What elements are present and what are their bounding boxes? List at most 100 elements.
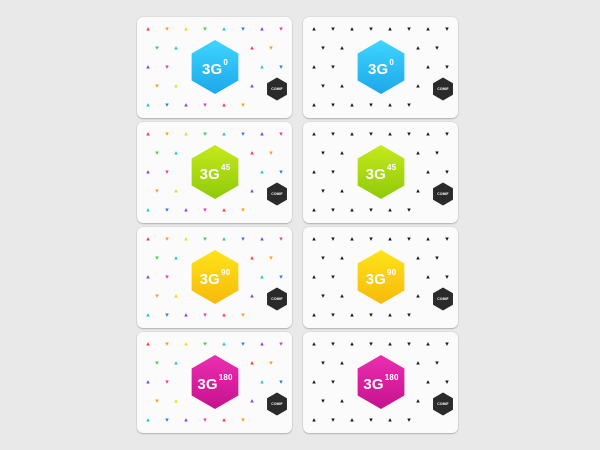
brand-badge: COMIF — [266, 287, 288, 311]
triangle-mark — [416, 256, 420, 260]
brand-badge: COMIF — [432, 182, 454, 206]
triangle-mark — [279, 27, 283, 31]
triangle-mark — [435, 151, 439, 155]
triangle-mark — [279, 132, 283, 136]
triangle-mark — [445, 132, 449, 136]
speed-label: 3G 90 — [187, 249, 243, 305]
triangle-mark — [407, 208, 411, 212]
triangle-mark — [321, 151, 325, 155]
triangle-mark — [407, 342, 411, 346]
triangle-mark — [331, 418, 335, 422]
triangle-mark — [426, 342, 430, 346]
speed-label: 3G 0 — [187, 39, 243, 95]
hexagon-logo: 3G 90 — [187, 249, 243, 305]
triangle-mark — [269, 361, 273, 365]
sim-card-colored-90: 3G 90 COMIF — [137, 227, 292, 328]
triangle-mark — [321, 294, 325, 298]
triangle-mark — [407, 313, 411, 317]
triangle-mark — [250, 294, 254, 298]
triangle-mark — [165, 103, 169, 107]
triangle-mark — [174, 151, 178, 155]
triangle-mark — [435, 46, 439, 50]
triangle-mark — [312, 275, 316, 279]
brand-badge: COMIF — [432, 392, 454, 416]
triangle-mark — [260, 132, 264, 136]
triangle-mark — [279, 170, 283, 174]
triangle-mark — [250, 84, 254, 88]
triangle-mark — [350, 313, 354, 317]
triangle-mark — [269, 151, 273, 155]
triangle-mark — [331, 313, 335, 317]
triangle-mark — [388, 237, 392, 241]
sim-card-colored-45: 3G 45 COMIF — [137, 122, 292, 223]
speed-label: 3G 0 — [353, 39, 409, 95]
triangle-mark — [222, 418, 226, 422]
triangle-mark — [426, 380, 430, 384]
triangle-mark — [241, 27, 245, 31]
triangle-mark — [388, 103, 392, 107]
brand-name: COMIF — [271, 192, 283, 196]
triangle-mark — [407, 418, 411, 422]
triangle-mark — [350, 27, 354, 31]
triangle-mark — [203, 27, 207, 31]
speed-number: 45 — [221, 162, 231, 172]
triangle-mark — [146, 418, 150, 422]
triangle-mark — [407, 103, 411, 107]
triangle-mark — [165, 418, 169, 422]
triangle-mark — [369, 418, 373, 422]
triangle-mark — [222, 103, 226, 107]
triangle-mark — [340, 189, 344, 193]
triangle-mark — [269, 46, 273, 50]
network-label: 3G — [201, 60, 223, 78]
triangle-mark — [445, 275, 449, 279]
triangle-mark — [241, 132, 245, 136]
brand-badge: COMIF — [266, 77, 288, 101]
triangle-mark — [340, 46, 344, 50]
triangle-mark — [146, 65, 150, 69]
triangle-mark — [435, 256, 439, 260]
triangle-mark — [241, 418, 245, 422]
triangle-mark — [241, 103, 245, 107]
triangle-mark — [250, 151, 254, 155]
triangle-mark — [165, 237, 169, 241]
triangle-mark — [146, 237, 150, 241]
triangle-mark — [222, 208, 226, 212]
triangle-mark — [155, 46, 159, 50]
triangle-mark — [331, 380, 335, 384]
triangle-mark — [445, 27, 449, 31]
triangle-mark — [369, 27, 373, 31]
triangle-mark — [388, 418, 392, 422]
triangle-mark — [426, 132, 430, 136]
triangle-mark — [416, 84, 420, 88]
speed-label: 3G 45 — [187, 144, 243, 200]
triangle-mark — [416, 46, 420, 50]
triangle-mark — [174, 361, 178, 365]
triangle-mark — [331, 237, 335, 241]
triangle-mark — [184, 208, 188, 212]
triangle-mark — [146, 275, 150, 279]
triangle-mark — [426, 27, 430, 31]
triangle-mark — [321, 84, 325, 88]
triangle-mark — [407, 27, 411, 31]
triangle-mark — [312, 418, 316, 422]
triangle-mark — [331, 342, 335, 346]
hexagon-logo: 3G 45 — [187, 144, 243, 200]
triangle-mark — [222, 313, 226, 317]
triangle-mark — [203, 237, 207, 241]
triangle-mark — [250, 399, 254, 403]
triangle-mark — [184, 103, 188, 107]
triangle-mark — [426, 170, 430, 174]
triangle-mark — [321, 189, 325, 193]
triangle-mark — [146, 313, 150, 317]
triangle-mark — [146, 103, 150, 107]
triangle-mark — [146, 132, 150, 136]
triangle-mark — [203, 103, 207, 107]
triangle-mark — [250, 189, 254, 193]
triangle-mark — [260, 65, 264, 69]
speed-number: 90 — [221, 267, 231, 277]
speed-label: 3G 180 — [187, 354, 243, 410]
triangle-mark — [312, 27, 316, 31]
triangle-mark — [203, 342, 207, 346]
triangle-mark — [416, 361, 420, 365]
triangle-mark — [321, 256, 325, 260]
